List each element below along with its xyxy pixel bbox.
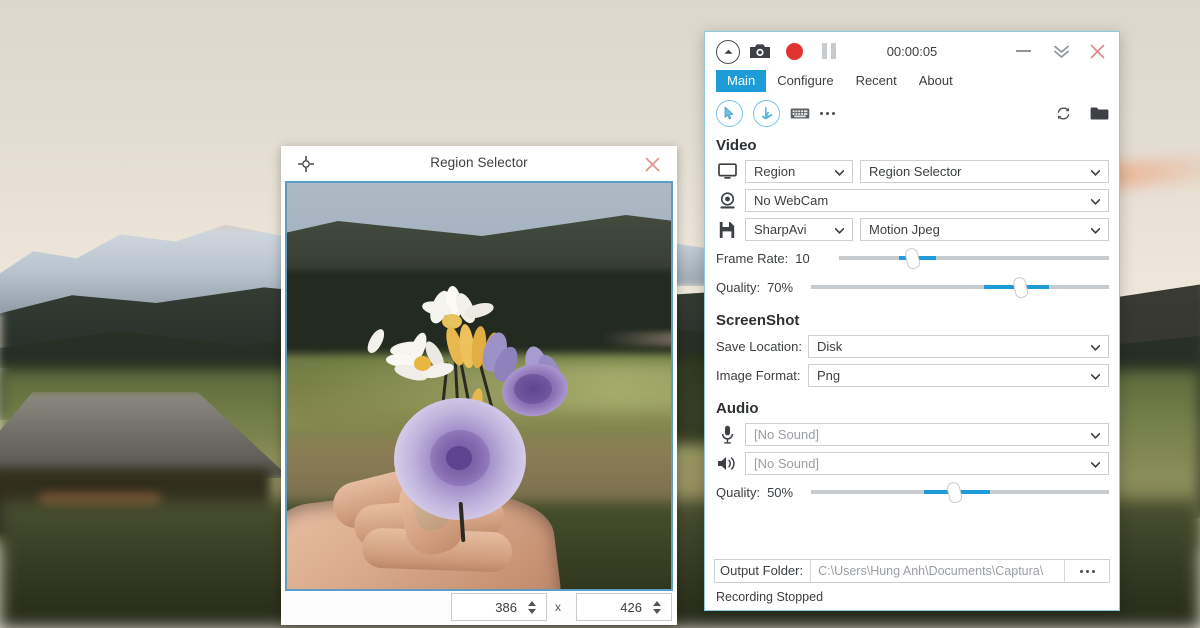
height-spin-arrows[interactable] — [648, 601, 671, 614]
video-section-heading: Video — [705, 130, 1119, 160]
webcam-row[interactable]: No WebCam — [705, 189, 1119, 212]
chevron-down-icon — [1091, 367, 1100, 385]
video-source-target-value: Region Selector — [861, 164, 962, 179]
video-source-target-dropdown[interactable]: Region Selector — [860, 160, 1109, 183]
chevron-down-icon — [835, 163, 844, 181]
captura-tabs[interactable]: Main Configure Recent About — [705, 70, 1119, 96]
image-format-value: Png — [809, 368, 840, 383]
audio-section-heading: Audio — [705, 393, 1119, 423]
microphone-dropdown[interactable]: [No Sound] — [745, 423, 1109, 446]
speaker-dropdown[interactable]: [No Sound] — [745, 452, 1109, 475]
audio-quality-slider[interactable] — [811, 481, 1109, 503]
output-folder-row[interactable]: Output Folder: C:\Users\Hung Anh\Documen… — [714, 559, 1110, 583]
tab-main[interactable]: Main — [716, 70, 766, 92]
video-source-row[interactable]: Region Region Selector — [705, 160, 1119, 183]
frame-rate-value: 10 — [795, 251, 829, 266]
capture-options-toolbar[interactable] — [705, 96, 1119, 130]
chevron-up-icon[interactable] — [528, 601, 536, 606]
close-icon[interactable] — [1085, 40, 1109, 62]
browse-folder-button[interactable] — [1064, 560, 1109, 582]
microphone-value: [No Sound] — [746, 427, 819, 442]
ellipsis-icon[interactable] — [820, 112, 835, 115]
save-file-icon — [716, 219, 738, 241]
video-source-type-dropdown[interactable]: Region — [745, 160, 853, 183]
video-quality-row[interactable]: Quality: 70% — [705, 276, 1119, 298]
chevron-down-icon[interactable] — [528, 609, 536, 614]
output-folder-path[interactable]: C:\Users\Hung Anh\Documents\Captura\ — [811, 560, 1064, 582]
video-quality-slider[interactable] — [811, 276, 1109, 298]
save-location-dropdown[interactable]: Disk — [808, 335, 1109, 358]
chevron-down-icon — [1091, 338, 1100, 356]
audio-quality-row[interactable]: Quality: 50% — [705, 481, 1119, 503]
monitor-icon — [716, 161, 738, 183]
region-capture-viewport — [285, 181, 673, 591]
image-format-dropdown[interactable]: Png — [808, 364, 1109, 387]
save-location-value: Disk — [809, 339, 842, 354]
speaker-row[interactable]: [No Sound] — [705, 452, 1119, 475]
tab-about[interactable]: About — [908, 70, 964, 92]
minimize-icon[interactable] — [1011, 40, 1035, 62]
size-separator: x — [555, 600, 561, 614]
region-selector-titlebar[interactable]: Region Selector — [281, 146, 677, 181]
video-writer-row[interactable]: SharpAvi Motion Jpeg — [705, 218, 1119, 241]
video-source-type-value: Region — [746, 164, 795, 179]
video-quality-label: Quality: — [716, 280, 760, 295]
slider-thumb[interactable] — [904, 247, 921, 270]
region-height-stepper[interactable]: 426 — [576, 593, 672, 621]
output-folder-label: Output Folder: — [715, 560, 811, 582]
video-codec-dropdown[interactable]: Motion Jpeg — [860, 218, 1109, 241]
tab-configure[interactable]: Configure — [766, 70, 844, 92]
chevron-down-icon — [1091, 192, 1100, 210]
region-size-controls[interactable]: 386 x 426 — [281, 591, 677, 625]
microphone-row[interactable]: [No Sound] — [705, 423, 1119, 446]
webcam-value: No WebCam — [746, 193, 828, 208]
tab-recent[interactable]: Recent — [845, 70, 908, 92]
refresh-icon[interactable] — [1055, 105, 1072, 122]
image-format-row[interactable]: Image Format: Png — [705, 364, 1119, 387]
region-width-stepper[interactable]: 386 — [451, 593, 547, 621]
video-quality-value: 70% — [767, 280, 801, 295]
speaker-value: [No Sound] — [746, 456, 819, 471]
image-format-label: Image Format: — [716, 368, 802, 383]
slider-thumb[interactable] — [1011, 276, 1028, 299]
folder-icon[interactable] — [1090, 106, 1109, 121]
screenshot-section-heading: ScreenShot — [705, 305, 1119, 335]
chevron-down-icon — [1091, 221, 1100, 239]
chevron-down-icon — [1091, 426, 1100, 444]
mouse-pointer-icon[interactable] — [716, 100, 743, 127]
keyboard-icon[interactable] — [790, 107, 810, 120]
chevron-up-icon[interactable] — [653, 601, 661, 606]
status-text: Recording Stopped — [716, 590, 823, 604]
hand-click-icon[interactable] — [753, 100, 780, 127]
width-spin-arrows[interactable] — [523, 601, 546, 614]
region-selector-title: Region Selector — [281, 155, 677, 170]
region-width-value: 386 — [452, 600, 523, 615]
speaker-icon — [716, 453, 738, 475]
audio-quality-label: Quality: — [716, 485, 760, 500]
double-chevron-down-icon[interactable] — [1049, 40, 1073, 62]
microphone-icon — [716, 424, 738, 446]
frame-rate-slider[interactable] — [839, 247, 1109, 269]
save-location-label: Save Location: — [716, 339, 802, 354]
frame-rate-label: Frame Rate: — [716, 251, 788, 266]
chevron-down-icon — [1091, 163, 1100, 181]
slider-thumb[interactable] — [946, 481, 963, 504]
audio-quality-value: 50% — [767, 485, 801, 500]
chevron-down-icon[interactable] — [653, 609, 661, 614]
video-writer-value: SharpAvi — [746, 222, 807, 237]
frame-rate-row[interactable]: Frame Rate: 10 — [705, 247, 1119, 269]
webcam-icon — [716, 190, 738, 212]
video-codec-value: Motion Jpeg — [861, 222, 940, 237]
webcam-dropdown[interactable]: No WebCam — [745, 189, 1109, 212]
video-writer-dropdown[interactable]: SharpAvi — [745, 218, 853, 241]
captura-titlebar[interactable]: 00:00:05 — [705, 32, 1119, 70]
close-icon[interactable] — [641, 153, 663, 175]
region-selector-window[interactable]: Region Selector — [281, 146, 677, 625]
chevron-down-icon — [1091, 455, 1100, 473]
save-location-row[interactable]: Save Location: Disk — [705, 335, 1119, 358]
captured-photo — [285, 181, 673, 591]
region-height-value: 426 — [577, 600, 648, 615]
captura-window[interactable]: 00:00:05 Main Configure Recent About — [704, 31, 1120, 611]
chevron-down-icon — [835, 221, 844, 239]
